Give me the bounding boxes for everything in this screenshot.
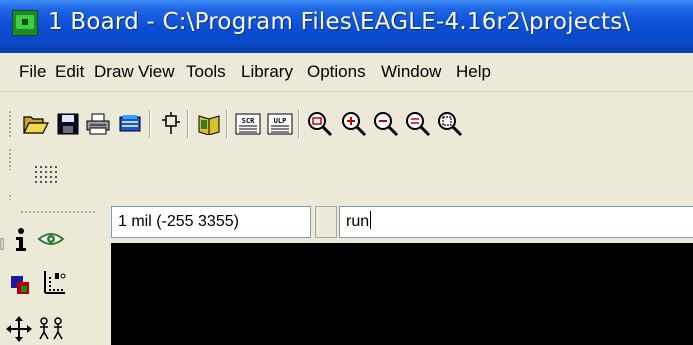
command-history-button[interactable] [315, 206, 337, 238]
menu-file[interactable]: File [19, 62, 46, 82]
script-icon[interactable]: SCR [234, 110, 262, 138]
schematic-board-switch-icon[interactable] [157, 110, 185, 138]
text-cursor [370, 211, 372, 229]
zoom-out-icon[interactable] [372, 110, 400, 138]
menu-tools[interactable]: Tools [186, 62, 226, 82]
command-sidebar [0, 200, 110, 345]
copy-icon[interactable] [36, 314, 66, 344]
print-icon[interactable] [84, 110, 112, 138]
mark-icon[interactable] [38, 268, 68, 298]
info-icon[interactable] [6, 224, 36, 254]
title-bar[interactable]: 1 Board - C:\Program Files\EAGLE-4.16r2\… [0, 0, 693, 53]
window-title: 1 Board - C:\Program Files\EAGLE-4.16r2\… [48, 9, 631, 35]
main-toolbar: SCR ULP [0, 92, 693, 224]
show-eye-icon[interactable] [36, 224, 66, 254]
zoom-select-icon[interactable] [436, 110, 464, 138]
menu-view[interactable]: View [138, 62, 175, 82]
menu-draw[interactable]: Draw [94, 62, 134, 82]
display-layers-icon[interactable] [6, 270, 36, 300]
svg-text:SCR: SCR [242, 117, 255, 125]
grid-icon[interactable] [32, 164, 72, 204]
menu-edit[interactable]: Edit [55, 62, 84, 82]
toolbar-grip-2[interactable] [8, 148, 12, 170]
board-canvas[interactable] [111, 243, 693, 345]
toolbar-grip[interactable] [8, 110, 12, 138]
library-book-icon[interactable] [195, 110, 223, 138]
command-line-value: run [346, 213, 370, 230]
coordinate-display: 1 mil (-255 3355) [111, 206, 311, 238]
menu-options[interactable]: Options [307, 62, 366, 82]
sidebar-edge-tab[interactable] [0, 238, 4, 250]
sidebar-grip[interactable] [20, 210, 96, 214]
menu-library[interactable]: Library [241, 62, 293, 82]
command-line-input[interactable]: run [339, 206, 693, 238]
move-icon[interactable] [4, 314, 34, 344]
menu-help[interactable]: Help [456, 62, 491, 82]
ulp-icon[interactable]: ULP [266, 110, 294, 138]
menu-window[interactable]: Window [381, 62, 441, 82]
open-icon[interactable] [22, 110, 50, 138]
redraw-icon[interactable] [404, 110, 432, 138]
menu-bar: File Edit Draw View Tools Library Option… [0, 53, 693, 92]
save-icon[interactable] [54, 110, 82, 138]
zoom-to-fit-icon[interactable] [306, 110, 334, 138]
eagle-app-icon[interactable] [12, 10, 38, 36]
cam-processor-icon[interactable] [116, 110, 144, 138]
svg-text:ULP: ULP [274, 117, 287, 125]
zoom-in-icon[interactable] [340, 110, 368, 138]
